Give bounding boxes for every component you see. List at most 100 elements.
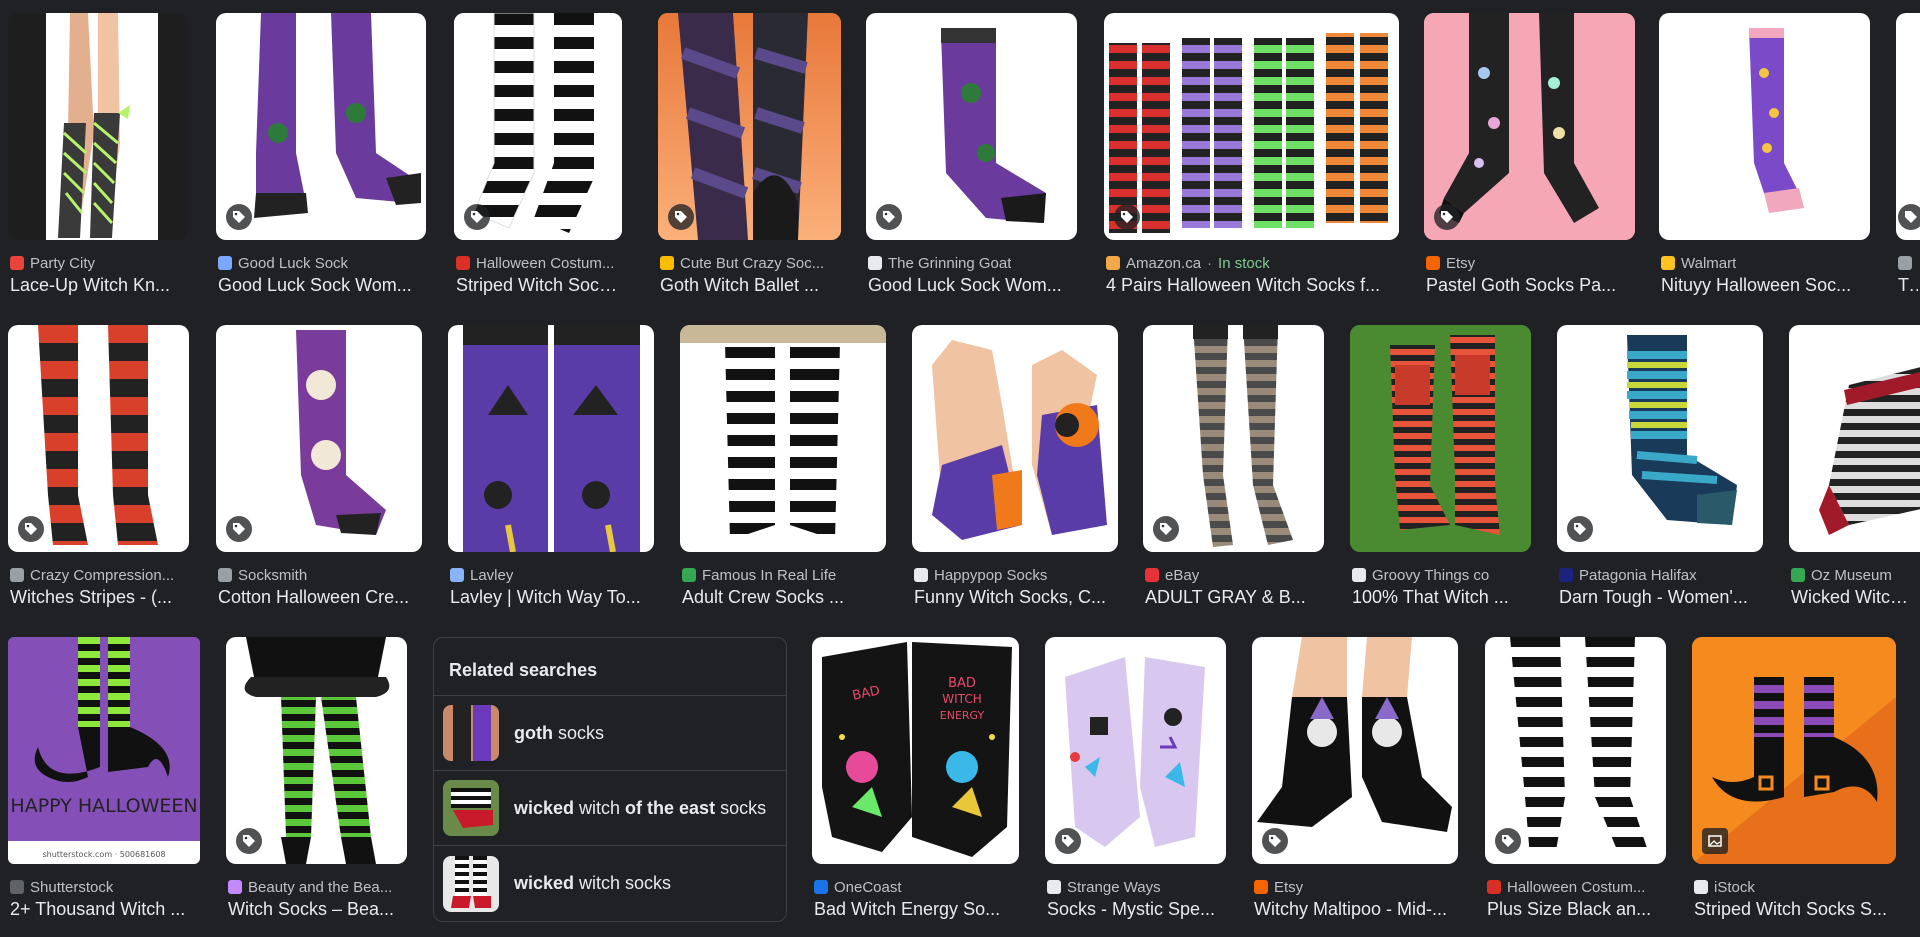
result-card[interactable]: Socksmith Cotton Halloween Cre... — [216, 325, 422, 625]
result-title[interactable]: Tu — [1898, 275, 1918, 296]
result-source[interactable]: Oz Museum — [1791, 566, 1918, 584]
result-card[interactable]: Good Luck Sock Good Luck Sock Wom... — [216, 13, 426, 313]
result-title[interactable]: Cotton Halloween Cre... — [218, 587, 420, 608]
result-thumbnail[interactable] — [8, 325, 189, 552]
result-card[interactable]: Halloween Costum... Plus Size Black an..… — [1485, 637, 1666, 937]
result-source[interactable]: Famous In Real Life — [682, 566, 884, 584]
result-title[interactable]: Pastel Goth Socks Pa... — [1426, 275, 1633, 296]
result-source[interactable]: Good Luck Sock — [218, 254, 424, 272]
result-thumbnail[interactable] — [454, 13, 622, 240]
result-source[interactable]: Walmart — [1661, 254, 1868, 272]
result-title[interactable]: Witchy Maltipoo - Mid-... — [1254, 899, 1456, 920]
result-source[interactable]: The Grinning Goat — [868, 254, 1075, 272]
result-thumbnail[interactable] — [1424, 13, 1635, 240]
result-source[interactable]: Happypop Socks — [914, 566, 1116, 584]
result-title[interactable]: Socks - Mystic Spe... — [1047, 899, 1224, 920]
result-source[interactable]: Etsy — [1254, 878, 1456, 896]
result-source[interactable]: OneCoast — [814, 878, 1017, 896]
result-title[interactable]: 100% That Witch ... — [1352, 587, 1529, 608]
result-source[interactable]: Groovy Things co — [1352, 566, 1529, 584]
result-card[interactable]: Beauty and the Bea... Witch Socks – Bea.… — [226, 637, 407, 937]
result-title[interactable]: Plus Size Black an... — [1487, 899, 1664, 920]
result-title[interactable]: ADULT GRAY & B... — [1145, 587, 1322, 608]
result-card[interactable]: Etsy Pastel Goth Socks Pa... — [1424, 13, 1635, 313]
result-thumbnail[interactable] — [1659, 13, 1870, 240]
result-title[interactable]: Striped Witch Socks S... — [1694, 899, 1894, 920]
result-source[interactable]: Halloween Costum... — [1487, 878, 1664, 896]
result-card[interactable]: Party City Lace-Up Witch Kn... — [8, 13, 188, 313]
result-thumbnail[interactable] — [1896, 13, 1920, 240]
result-thumbnail[interactable] — [1789, 325, 1920, 552]
related-search-wicked-witch-socks[interactable]: wicked witch socks — [434, 846, 786, 921]
result-card[interactable]: Cute But Crazy Soc... Goth Witch Ballet … — [658, 13, 841, 313]
result-card[interactable]: Walmart Nituyy Halloween Soc... — [1659, 13, 1870, 313]
result-source[interactable]: Strange Ways — [1047, 878, 1224, 896]
result-thumbnail[interactable] — [1252, 637, 1458, 864]
result-card[interactable]: Patagonia Halifax Darn Tough - Women'... — [1557, 325, 1763, 625]
result-source[interactable]: Amazon.ca · In stock — [1106, 254, 1397, 272]
result-source[interactable]: eBay — [1145, 566, 1322, 584]
related-search-wicked-witch-of-the-east-socks[interactable]: wicked witch of the east socks — [434, 771, 786, 846]
result-source[interactable]: Party City — [10, 254, 186, 272]
result-title[interactable]: Witches Stripes - (... — [10, 587, 187, 608]
result-thumbnail[interactable] — [1104, 13, 1399, 240]
result-thumbnail[interactable] — [912, 325, 1118, 552]
result-title[interactable]: Adult Crew Socks ... — [682, 587, 884, 608]
result-source[interactable]: Cute But Crazy Soc... — [660, 254, 839, 272]
result-card[interactable]: Groovy Things co 100% That Witch ... — [1350, 325, 1531, 625]
result-title[interactable]: Good Luck Sock Wom... — [218, 275, 424, 296]
result-thumbnail[interactable] — [866, 13, 1077, 240]
result-card[interactable]: Halloween Costum... Striped Witch Sock..… — [454, 13, 622, 313]
result-source[interactable]: iStock — [1694, 878, 1894, 896]
result-card[interactable]: HAPPY HALLOWEEN shutterstock.com · 500681… — [8, 637, 200, 937]
result-title[interactable]: Goth Witch Ballet ... — [660, 275, 839, 296]
result-thumbnail[interactable] — [1045, 637, 1226, 864]
result-thumbnail[interactable] — [1143, 325, 1324, 552]
result-title[interactable]: Bad Witch Energy So... — [814, 899, 1017, 920]
result-card[interactable]: Lavley Lavley | Witch Way To... — [448, 325, 654, 625]
result-card[interactable]: Oz Museum Wicked Witch of — [1789, 325, 1920, 625]
result-thumbnail[interactable] — [216, 325, 422, 552]
result-source[interactable]: Lavley — [450, 566, 652, 584]
result-thumbnail[interactable] — [658, 13, 841, 240]
result-title[interactable]: Wicked Witch of — [1791, 587, 1918, 608]
result-source[interactable]: Crazy Compression... — [10, 566, 187, 584]
result-source[interactable]: Etsy — [1426, 254, 1633, 272]
result-title[interactable]: Lace-Up Witch Kn... — [10, 275, 186, 296]
related-search-goth-socks[interactable]: goth socks — [434, 696, 786, 771]
result-title[interactable]: Nituyy Halloween Soc... — [1661, 275, 1868, 296]
result-card[interactable]: The Grinning Goat Good Luck Sock Wom... — [866, 13, 1077, 313]
result-title[interactable]: 4 Pairs Halloween Witch Socks f... — [1106, 275, 1397, 296]
result-thumbnail[interactable] — [226, 637, 407, 864]
result-title[interactable]: Darn Tough - Women'... — [1559, 587, 1761, 608]
result-thumbnail[interactable] — [448, 325, 654, 552]
result-thumbnail[interactable] — [8, 13, 188, 240]
result-source[interactable]: Patagonia Halifax — [1559, 566, 1761, 584]
result-card[interactable]: eBay ADULT GRAY & B... — [1143, 325, 1324, 625]
result-source[interactable] — [1898, 254, 1918, 272]
result-thumbnail[interactable] — [1485, 637, 1666, 864]
result-thumbnail[interactable] — [1557, 325, 1763, 552]
result-card[interactable]: Etsy Witchy Maltipoo - Mid-... — [1252, 637, 1458, 937]
result-card[interactable]: Tu — [1896, 13, 1920, 313]
result-title[interactable]: Good Luck Sock Wom... — [868, 275, 1075, 296]
result-thumbnail[interactable] — [216, 13, 426, 240]
result-card[interactable]: Crazy Compression... Witches Stripes - (… — [8, 325, 189, 625]
result-card[interactable]: Famous In Real Life Adult Crew Socks ... — [680, 325, 886, 625]
result-card[interactable]: BAD BAD WITCH ENERGY OneCoast Bad Witch Ene… — [812, 637, 1019, 937]
result-thumbnail[interactable] — [1350, 325, 1531, 552]
result-card[interactable]: iStock Striped Witch Socks S... — [1692, 637, 1896, 937]
result-thumbnail[interactable] — [680, 325, 886, 552]
result-source[interactable]: Shutterstock — [10, 878, 198, 896]
result-title[interactable]: Witch Socks – Bea... — [228, 899, 405, 920]
result-thumbnail[interactable] — [1692, 637, 1896, 864]
result-title[interactable]: Funny Witch Socks, C... — [914, 587, 1116, 608]
result-title[interactable]: Striped Witch Sock... — [456, 275, 620, 296]
result-card[interactable]: Amazon.ca · In stock 4 Pairs Halloween Wit… — [1104, 13, 1399, 313]
result-card[interactable]: Happypop Socks Funny Witch Socks, C... — [912, 325, 1118, 625]
result-card[interactable]: Strange Ways Socks - Mystic Spe... — [1045, 637, 1226, 937]
result-source[interactable]: Socksmith — [218, 566, 420, 584]
result-thumbnail[interactable]: BAD BAD WITCH ENERGY — [812, 637, 1019, 864]
result-source[interactable]: Beauty and the Bea... — [228, 878, 405, 896]
result-title[interactable]: Lavley | Witch Way To... — [450, 587, 652, 608]
